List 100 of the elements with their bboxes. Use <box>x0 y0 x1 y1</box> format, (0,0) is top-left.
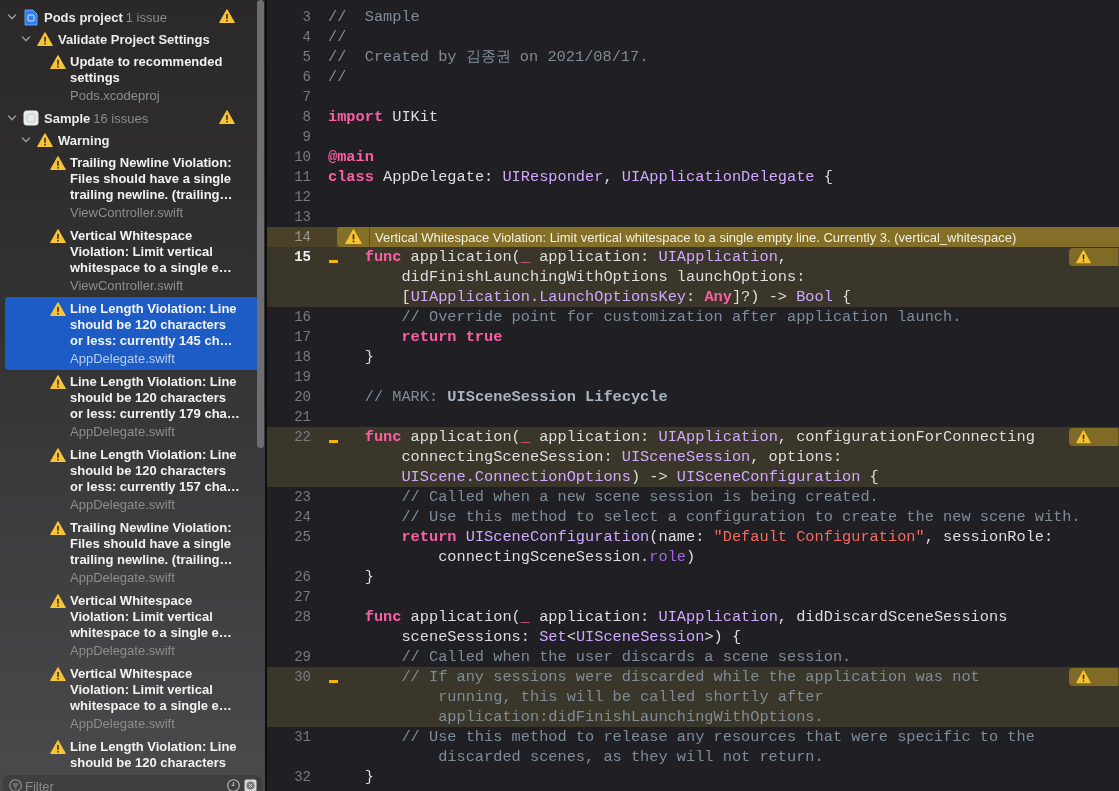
line-number: 19 <box>294 368 311 387</box>
chevron-icon[interactable] <box>7 12 17 22</box>
warning-badge[interactable] <box>1069 248 1119 266</box>
line-number: 30 <box>294 668 311 687</box>
issue-item[interactable]: Line Length Violation: Line should be 120 characters <box>5 735 261 773</box>
line-number: 31 <box>294 728 311 747</box>
scrollbar[interactable] <box>257 0 264 448</box>
warning-banner[interactable]: Vertical Whitespace Violation: Limit vertical whitespace to a single empty line. Currently 3. (vertical_whitespace) <box>337 227 1119 247</box>
warning-icon <box>50 594 66 609</box>
warning-icon <box>1076 670 1091 684</box>
warning-icon <box>50 448 66 463</box>
line-number: 26 <box>294 568 311 587</box>
chevron-icon[interactable] <box>21 135 31 145</box>
file-name: Pods.xcodeproj <box>70 88 161 104</box>
category-title: Validate Project Settings <box>58 31 210 47</box>
issue-item[interactable]: Line Length Violation: Line should be 120 characters or less: currently 157 cha… AppDelegate.swift <box>5 443 261 516</box>
issue-item[interactable]: Trailing Newline Violation: Files should have a single trailing newline. (trailing… ViewController.swift <box>5 151 261 224</box>
line-number: 9 <box>302 128 311 147</box>
line-number: 13 <box>294 208 311 227</box>
filter-field[interactable]: Filter <box>3 775 262 791</box>
code-line: // MARK: UISceneSession Lifecycle <box>364 388 668 406</box>
issue-item[interactable]: Trailing Newline Violation: Files should have a single trailing newline. (trailing… AppDelegate.swift <box>5 516 261 589</box>
line-number: 6 <box>302 68 311 87</box>
warning-icon <box>50 156 66 171</box>
code-line: func application(_ application: UIApplication, didDiscardSceneSessions <box>364 608 1008 626</box>
code-line: } <box>364 348 374 366</box>
code-line: // Sample <box>328 8 420 26</box>
line-number: 23 <box>294 488 311 507</box>
code-line: func application(_ application: UIApplication, configurationForConnecting <box>364 428 1035 446</box>
warning-icon <box>50 521 66 536</box>
warning-icon <box>344 229 362 245</box>
line-number: 24 <box>294 508 311 527</box>
code-line: discarded scenes, as they will not return. <box>438 748 824 766</box>
line-number: 20 <box>294 388 311 407</box>
code-line: @main <box>328 148 374 166</box>
chevron-icon[interactable] <box>7 113 17 123</box>
code-line: // If any sessions were discarded while the application was not <box>401 668 980 686</box>
clock-icon[interactable] <box>227 779 240 791</box>
issue-item[interactable]: Update to recommended settings Pods.xcodeproj <box>5 50 261 107</box>
chevron-icon[interactable] <box>21 34 31 44</box>
code-line: connectingSceneSession: UISceneSession, options: <box>401 448 843 466</box>
line-number: 17 <box>294 328 311 347</box>
line-number: 4 <box>302 28 311 47</box>
warning-icon <box>50 667 66 682</box>
code-line: // Use this method to select a configuration to create the new scene with. <box>401 508 1081 526</box>
code-line: [UIApplication.LaunchOptionsKey: Any]?) -> Bool { <box>401 288 852 306</box>
code-line: // <box>328 68 347 86</box>
warning-icon <box>50 55 66 70</box>
issue-item[interactable]: Vertical Whitespace Violation: Limit vertical whitespace to a single e… ViewController.swift <box>5 224 261 297</box>
line-number: 32 <box>294 768 311 787</box>
code-line: running, this will be called shortly after <box>438 688 824 706</box>
line-number: 16 <box>294 308 311 327</box>
issue-item[interactable]: Vertical Whitespace Violation: Limit vertical whitespace to a single e… AppDelegate.swift <box>5 662 261 735</box>
code-line: // Override point for customization after application launch. <box>401 308 962 326</box>
issue-message: Update to recommended settings <box>70 54 224 86</box>
line-number: 10 <box>294 148 311 167</box>
code-line: UIScene.ConnectionOptions) -> UISceneConfiguration { <box>401 468 879 486</box>
file-name: AppDelegate.swift <box>70 643 176 659</box>
warning-icon <box>37 132 53 148</box>
line-number: 28 <box>294 608 311 627</box>
file-name: AppDelegate.swift <box>70 351 176 367</box>
file-name: ViewController.swift <box>70 205 185 221</box>
warning-icon <box>219 9 235 24</box>
warning-badge[interactable] <box>1069 668 1119 686</box>
code-line: import UIKit <box>328 108 439 126</box>
line-number: 18 <box>294 348 311 367</box>
code-line: didFinishLaunchingWithOptions launchOptions: <box>401 268 806 286</box>
line-number: 12 <box>294 188 311 207</box>
line-number: 29 <box>294 648 311 667</box>
file-name: AppDelegate.swift <box>70 716 176 732</box>
warning-icon <box>219 110 235 125</box>
issue-item[interactable]: Vertical Whitespace Violation: Limit vertical whitespace to a single e… AppDelegate.swift <box>5 589 261 662</box>
warning-icon <box>1076 430 1091 444</box>
group-title: Pods project 1 issue <box>44 9 167 25</box>
issue-item[interactable]: Line Length Violation: Line should be 120 characters or less: currently 179 cha… AppDelegate.swift <box>5 370 261 443</box>
issue-message: Trailing Newline Violation: Files should have a single trailing newline. (trailing… <box>70 155 234 203</box>
warning-icon <box>50 375 66 390</box>
line-number: 11 <box>294 168 311 187</box>
line-number: 15 <box>294 248 311 267</box>
filter-icon[interactable] <box>9 779 22 791</box>
warning-badge[interactable] <box>1069 428 1119 446</box>
issue-message: Vertical Whitespace Violation: Limit vertical whitespace to a single e… <box>70 228 233 276</box>
file-name: AppDelegate.swift <box>70 497 176 513</box>
line-number: 25 <box>294 528 311 547</box>
issue-message: Line Length Violation: Line should be 120 characters or less: currently 157 cha… <box>70 447 240 495</box>
code-line: return UISceneConfiguration(name: "Default Configuration", sessionRole: <box>401 528 1054 546</box>
code-line: } <box>364 568 374 586</box>
group-title: Sample 16 issues <box>44 110 149 126</box>
line-number: 3 <box>302 8 311 27</box>
warning-icon <box>50 302 66 317</box>
issue-message: Line Length Violation: Line should be 120 characters or less: currently 145 ch… <box>70 301 238 349</box>
warning-icon <box>50 229 66 244</box>
document-icon <box>24 8 38 26</box>
file-name: AppDelegate.swift <box>70 424 176 440</box>
app-icon <box>23 110 39 126</box>
code-line: // Called when the user discards a scene session. <box>401 648 852 666</box>
line-number: 22 <box>294 428 311 447</box>
line-number: 8 <box>302 108 311 127</box>
category-title: Warning <box>58 132 110 148</box>
code-line: // <box>328 28 347 46</box>
